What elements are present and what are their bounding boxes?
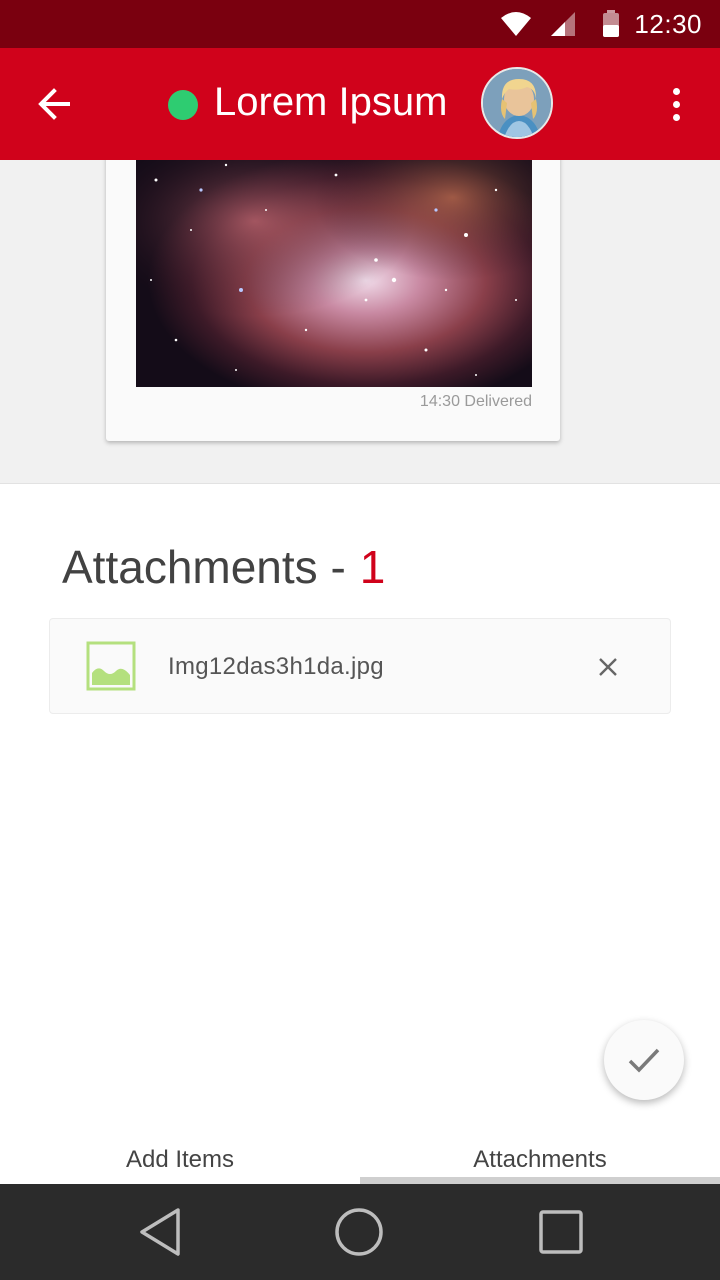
- confirm-button[interactable]: [604, 1020, 684, 1100]
- square-recents-icon: [539, 1210, 583, 1254]
- battery-icon: [603, 10, 619, 37]
- close-icon[interactable]: [596, 655, 620, 679]
- attachments-count: 1: [359, 541, 386, 593]
- nav-back-button[interactable]: [132, 1204, 188, 1260]
- attachment-item[interactable]: Img12das3h1da.jpg: [49, 618, 671, 714]
- tab-attachments[interactable]: Attachments: [360, 1130, 720, 1184]
- status-time: 12:30: [634, 9, 702, 39]
- more-options-button[interactable]: [656, 78, 696, 130]
- attachments-heading: Attachments -1: [62, 540, 385, 594]
- chat-area: 14:30 Delivered: [0, 150, 720, 484]
- signal-icon: [551, 12, 575, 36]
- bottom-tabs: Add Items Attachments: [0, 1130, 720, 1184]
- message-status: 14:30 Delivered: [419, 393, 532, 410]
- app-bar: Lorem Ipsum: [0, 48, 720, 160]
- navigation-bar: [0, 1184, 720, 1280]
- check-icon: [628, 1048, 660, 1073]
- arrow-left-icon: [38, 88, 70, 120]
- active-tab-indicator: [360, 1177, 720, 1184]
- triangle-back-icon: [140, 1208, 180, 1256]
- contact-name[interactable]: Lorem Ipsum: [214, 80, 447, 125]
- tab-add-items[interactable]: Add Items: [0, 1130, 360, 1184]
- more-vertical-icon: [672, 87, 680, 95]
- wifi-icon: [501, 12, 531, 36]
- circle-home-icon: [335, 1208, 383, 1256]
- online-status-dot: [168, 90, 198, 120]
- message-image[interactable]: [136, 150, 532, 387]
- attachments-title: Attachments -: [62, 541, 346, 593]
- status-bar: 12:30: [0, 0, 720, 48]
- avatar[interactable]: [481, 67, 553, 139]
- image-message-card[interactable]: 14:30 Delivered: [106, 150, 560, 441]
- nav-home-button[interactable]: [331, 1204, 387, 1260]
- attachment-file-name: Img12das3h1da.jpg: [168, 653, 384, 680]
- nav-recents-button[interactable]: [533, 1204, 589, 1260]
- image-file-icon: [86, 641, 136, 691]
- back-button[interactable]: [26, 80, 82, 128]
